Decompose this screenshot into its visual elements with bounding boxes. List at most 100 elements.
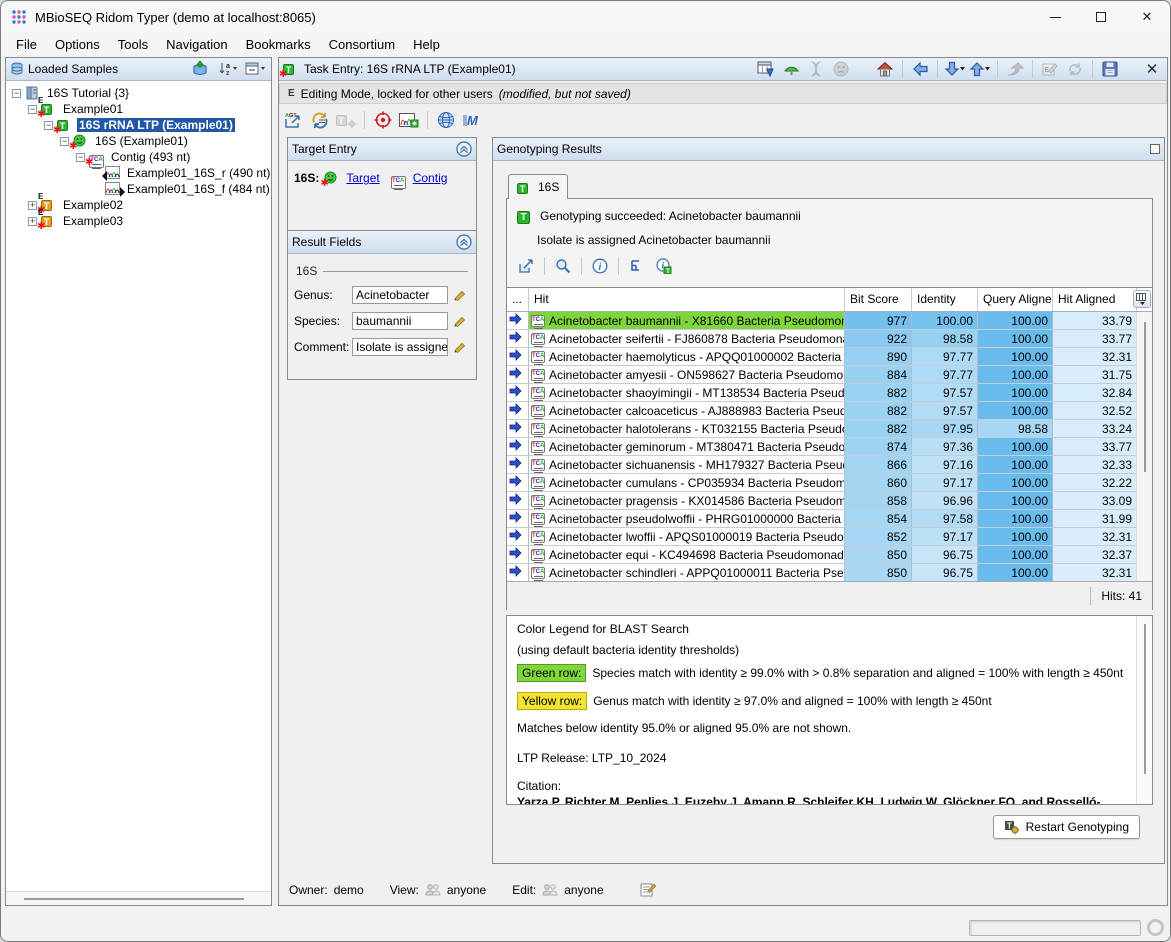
arrow-right-icon[interactable]	[507, 330, 529, 347]
arrow-right-icon[interactable]	[507, 384, 529, 401]
hit-row[interactable]: TCAAcinetobacter baumannii - X81660 Bact…	[507, 312, 1152, 330]
genus-field[interactable]: Acinetobacter	[352, 286, 448, 304]
column-picker-icon[interactable]	[1133, 290, 1151, 308]
collapse-all-icon[interactable]	[245, 58, 267, 80]
task-refresh-icon[interactable]	[309, 109, 331, 131]
pencil-icon[interactable]	[453, 315, 466, 328]
table-import-icon[interactable]	[755, 58, 777, 80]
minimize-icon[interactable]	[1032, 1, 1078, 33]
menu-options[interactable]: Options	[46, 35, 109, 54]
home-icon[interactable]	[874, 58, 896, 80]
collapse-icon[interactable]: −	[44, 121, 53, 130]
tree-item[interactable]: +T✱EExample03	[6, 213, 271, 229]
maximize-panel-icon[interactable]	[1150, 144, 1160, 154]
phylo-tree-icon[interactable]	[626, 255, 648, 277]
arrow-right-icon[interactable]	[507, 438, 529, 455]
arrow-right-icon[interactable]	[507, 348, 529, 365]
arrow-right-icon[interactable]	[507, 402, 529, 419]
menu-tools[interactable]: Tools	[109, 35, 157, 54]
menu-bookmarks[interactable]: Bookmarks	[237, 35, 320, 54]
column-header-hit[interactable]: Hit	[529, 288, 845, 311]
arrow-right-icon[interactable]	[507, 420, 529, 437]
close-icon[interactable]: ✕	[1124, 1, 1170, 33]
hit-row[interactable]: TCAAcinetobacter shaoyimingii - MT138534…	[507, 384, 1152, 402]
globe-icon[interactable]	[435, 109, 457, 131]
legend-vertical-scrollbar[interactable]	[1136, 616, 1152, 804]
arrow-right-icon[interactable]	[507, 312, 529, 329]
up-arrow-icon[interactable]	[969, 58, 991, 80]
column-header--[interactable]: ...	[507, 288, 529, 311]
info-task-icon[interactable]: iT	[652, 255, 674, 277]
expand-icon[interactable]: +	[28, 201, 37, 210]
hit-row[interactable]: TCAAcinetobacter equi - KC494698 Bacteri…	[507, 546, 1152, 564]
hit-row[interactable]: TCAAcinetobacter seifertii - FJ860878 Ba…	[507, 330, 1152, 348]
collapse-icon[interactable]: −	[76, 153, 85, 162]
menu-consortium[interactable]: Consortium	[320, 35, 404, 54]
column-header-bit-score[interactable]: Bit Score	[845, 288, 912, 311]
expand-icon[interactable]: +	[28, 217, 37, 226]
species-field[interactable]: baumannii	[352, 312, 448, 330]
scrollbar-thumb[interactable]	[1144, 624, 1146, 774]
arrow-right-icon[interactable]	[507, 528, 529, 545]
menu-navigation[interactable]: Navigation	[157, 35, 236, 54]
tree-item[interactable]: −TCA✱Contig (493 nt)	[6, 149, 271, 165]
arrow-right-icon[interactable]	[507, 492, 529, 509]
tree-item[interactable]: +T✱EExample02	[6, 197, 271, 213]
hit-row[interactable]: TCAAcinetobacter amyesii - ON598627 Bact…	[507, 366, 1152, 384]
arrow-right-icon[interactable]	[507, 456, 529, 473]
edit-note-icon[interactable]	[640, 882, 656, 897]
wifi-icon[interactable]	[780, 58, 802, 80]
target-link[interactable]: Target	[346, 171, 379, 185]
column-header-identity[interactable]: Identity	[912, 288, 978, 311]
sort-az-icon[interactable]: az	[217, 58, 239, 80]
hit-row[interactable]: TCAAcinetobacter sichuanensis - MH179327…	[507, 456, 1152, 474]
export-icon[interactable]	[515, 255, 537, 277]
restart-genotyping-button[interactable]: T Restart Genotyping	[993, 815, 1140, 839]
tree-item[interactable]: −16S Tutorial {3}	[6, 85, 271, 101]
save-icon[interactable]	[1099, 58, 1121, 80]
tree-item[interactable]: −✱16S (Example01)	[6, 133, 271, 149]
arrow-right-icon[interactable]	[507, 564, 529, 581]
scrollbar-thumb[interactable]	[1144, 322, 1146, 472]
hit-row[interactable]: TCAAcinetobacter pseudolwoffii - PHRG010…	[507, 510, 1152, 528]
hit-row[interactable]: TCAAcinetobacter lwoffii - APQS01000019 …	[507, 528, 1152, 546]
info-icon[interactable]: i	[589, 255, 611, 277]
column-header-query-aligned[interactable]: Query Aligned	[978, 288, 1053, 311]
hit-row[interactable]: TCAAcinetobacter pragensis - KX014586 Ba…	[507, 492, 1152, 510]
hit-row[interactable]: TCAAcinetobacter schindleri - APPQ010000…	[507, 564, 1152, 582]
pencil-icon[interactable]	[453, 289, 466, 302]
tree-horizontal-scrollbar[interactable]	[6, 891, 271, 905]
back-arrow-icon[interactable]	[909, 58, 931, 80]
tree-item[interactable]: −T✱EExample01	[6, 101, 271, 117]
down-arrow-icon[interactable]	[944, 58, 966, 80]
collapse-chevron-icon[interactable]	[456, 234, 472, 250]
hit-row[interactable]: TCAAcinetobacter cumulans - CP035934 Bac…	[507, 474, 1152, 492]
close-task-icon[interactable]: ✕	[1141, 58, 1163, 80]
column-header-hit-aligned[interactable]: Hit Aligned	[1053, 288, 1137, 311]
ncbi-m-icon[interactable]: M	[461, 109, 483, 131]
hit-row[interactable]: TCAAcinetobacter halotolerans - KT032155…	[507, 420, 1152, 438]
tree-item[interactable]: Example01_16S_r (490 nt)	[6, 165, 271, 181]
hit-row[interactable]: TCAAcinetobacter calcoaceticus - AJ88898…	[507, 402, 1152, 420]
collapse-icon[interactable]: −	[60, 137, 69, 146]
menu-help[interactable]: Help	[404, 35, 449, 54]
arrow-right-icon[interactable]	[507, 510, 529, 527]
table-vertical-scrollbar[interactable]	[1136, 312, 1152, 581]
menu-file[interactable]: File	[7, 35, 46, 54]
tree-item[interactable]: Example01_16S_f (484 nt)	[6, 181, 271, 197]
tree-item[interactable]: −T✱16S rRNA LTP (Example01)	[6, 117, 271, 133]
agt-export-icon[interactable]: AGT	[283, 109, 305, 131]
arrow-right-icon[interactable]	[507, 546, 529, 563]
arrow-right-icon[interactable]	[507, 474, 529, 491]
magnifier-icon[interactable]	[552, 255, 574, 277]
target-crosshair-icon[interactable]	[372, 109, 394, 131]
scrollbar-thumb[interactable]	[24, 898, 244, 900]
collapse-icon[interactable]: −	[12, 89, 21, 98]
contig-link[interactable]: Contig	[413, 171, 448, 185]
hit-row[interactable]: TCAAcinetobacter geminorum - MT380471 Ba…	[507, 438, 1152, 456]
collapse-icon[interactable]: −	[28, 105, 37, 114]
collapse-chevron-icon[interactable]	[456, 141, 472, 157]
comment-field[interactable]: Isolate is assigned A	[352, 338, 448, 356]
maximize-icon[interactable]	[1078, 1, 1124, 33]
tab-16s[interactable]: T 16S	[508, 174, 568, 199]
